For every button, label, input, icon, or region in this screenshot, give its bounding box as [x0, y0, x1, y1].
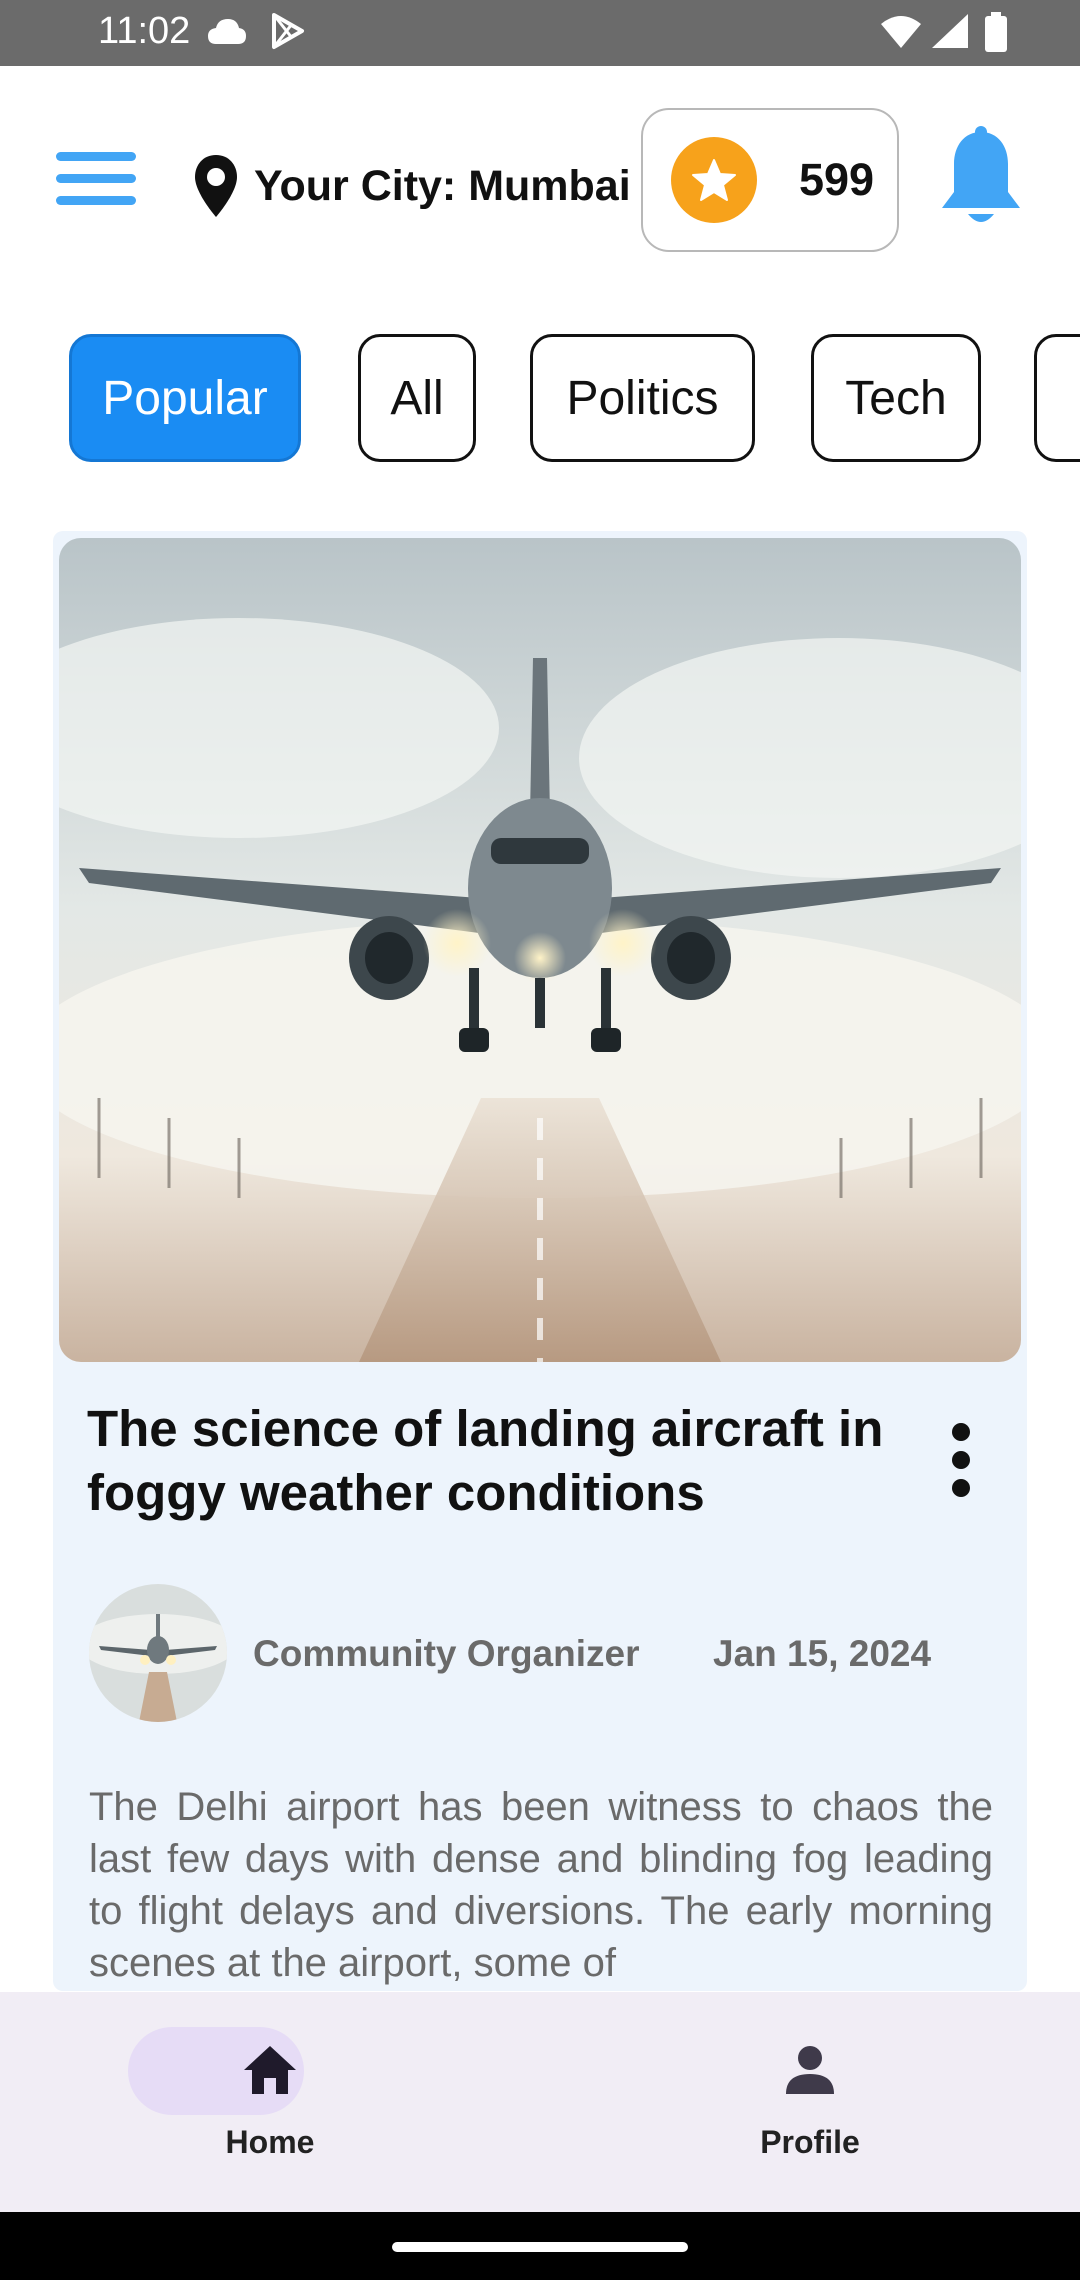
post-date: Jan 15, 2024	[713, 1633, 932, 1674]
person-icon	[786, 2046, 834, 2094]
points-badge[interactable]: 599	[641, 108, 899, 252]
nav-profile-label: Profile	[760, 2124, 860, 2160]
status-bar: 11:02	[0, 0, 1080, 66]
status-time: 11:02	[98, 10, 191, 52]
avatar	[89, 1584, 227, 1722]
app-header: Your City: Mumbai 599	[0, 66, 1080, 316]
chip-next[interactable]	[1034, 334, 1080, 462]
article-title: The science of landing aircraft in foggy…	[87, 1400, 884, 1521]
article-card[interactable]: The science of landing aircraft in foggy…	[53, 531, 1027, 1991]
battery-icon	[985, 12, 1007, 52]
points-value: 599	[799, 154, 875, 205]
gesture-bar	[0, 2212, 1080, 2280]
more-vert-icon[interactable]	[941, 1423, 981, 1497]
home-icon	[244, 2046, 296, 2094]
wifi-icon	[881, 16, 921, 48]
chip-tech[interactable]: Tech	[811, 334, 981, 462]
play-store-icon	[272, 13, 304, 49]
cloud-icon	[208, 19, 246, 44]
signal-icon	[932, 14, 968, 48]
location-selector[interactable]: Your City: Mumbai	[192, 146, 631, 226]
location-label: Your City: Mumbai	[254, 161, 631, 210]
gesture-handle[interactable]	[392, 2242, 688, 2252]
nav-profile[interactable]: Profile	[540, 1992, 1080, 2212]
chip-politics[interactable]: Politics	[530, 334, 755, 462]
chip-all[interactable]: All	[358, 334, 476, 462]
bottom-navigation: Home Profile	[0, 1992, 1080, 2212]
nav-home[interactable]: Home	[0, 1992, 540, 2212]
category-chips: Popular All Politics Tech	[0, 334, 1080, 464]
article-excerpt: The Delhi airport has been witness to ch…	[89, 1785, 993, 1985]
author-name: Community Organizer	[253, 1633, 640, 1674]
nav-home-label: Home	[225, 2124, 315, 2160]
bell-icon[interactable]	[936, 126, 1026, 230]
chip-popular[interactable]: Popular	[69, 334, 301, 462]
menu-icon[interactable]	[56, 152, 136, 214]
star-icon	[671, 137, 757, 223]
location-pin-icon	[195, 155, 237, 217]
article-image	[59, 538, 1021, 1362]
